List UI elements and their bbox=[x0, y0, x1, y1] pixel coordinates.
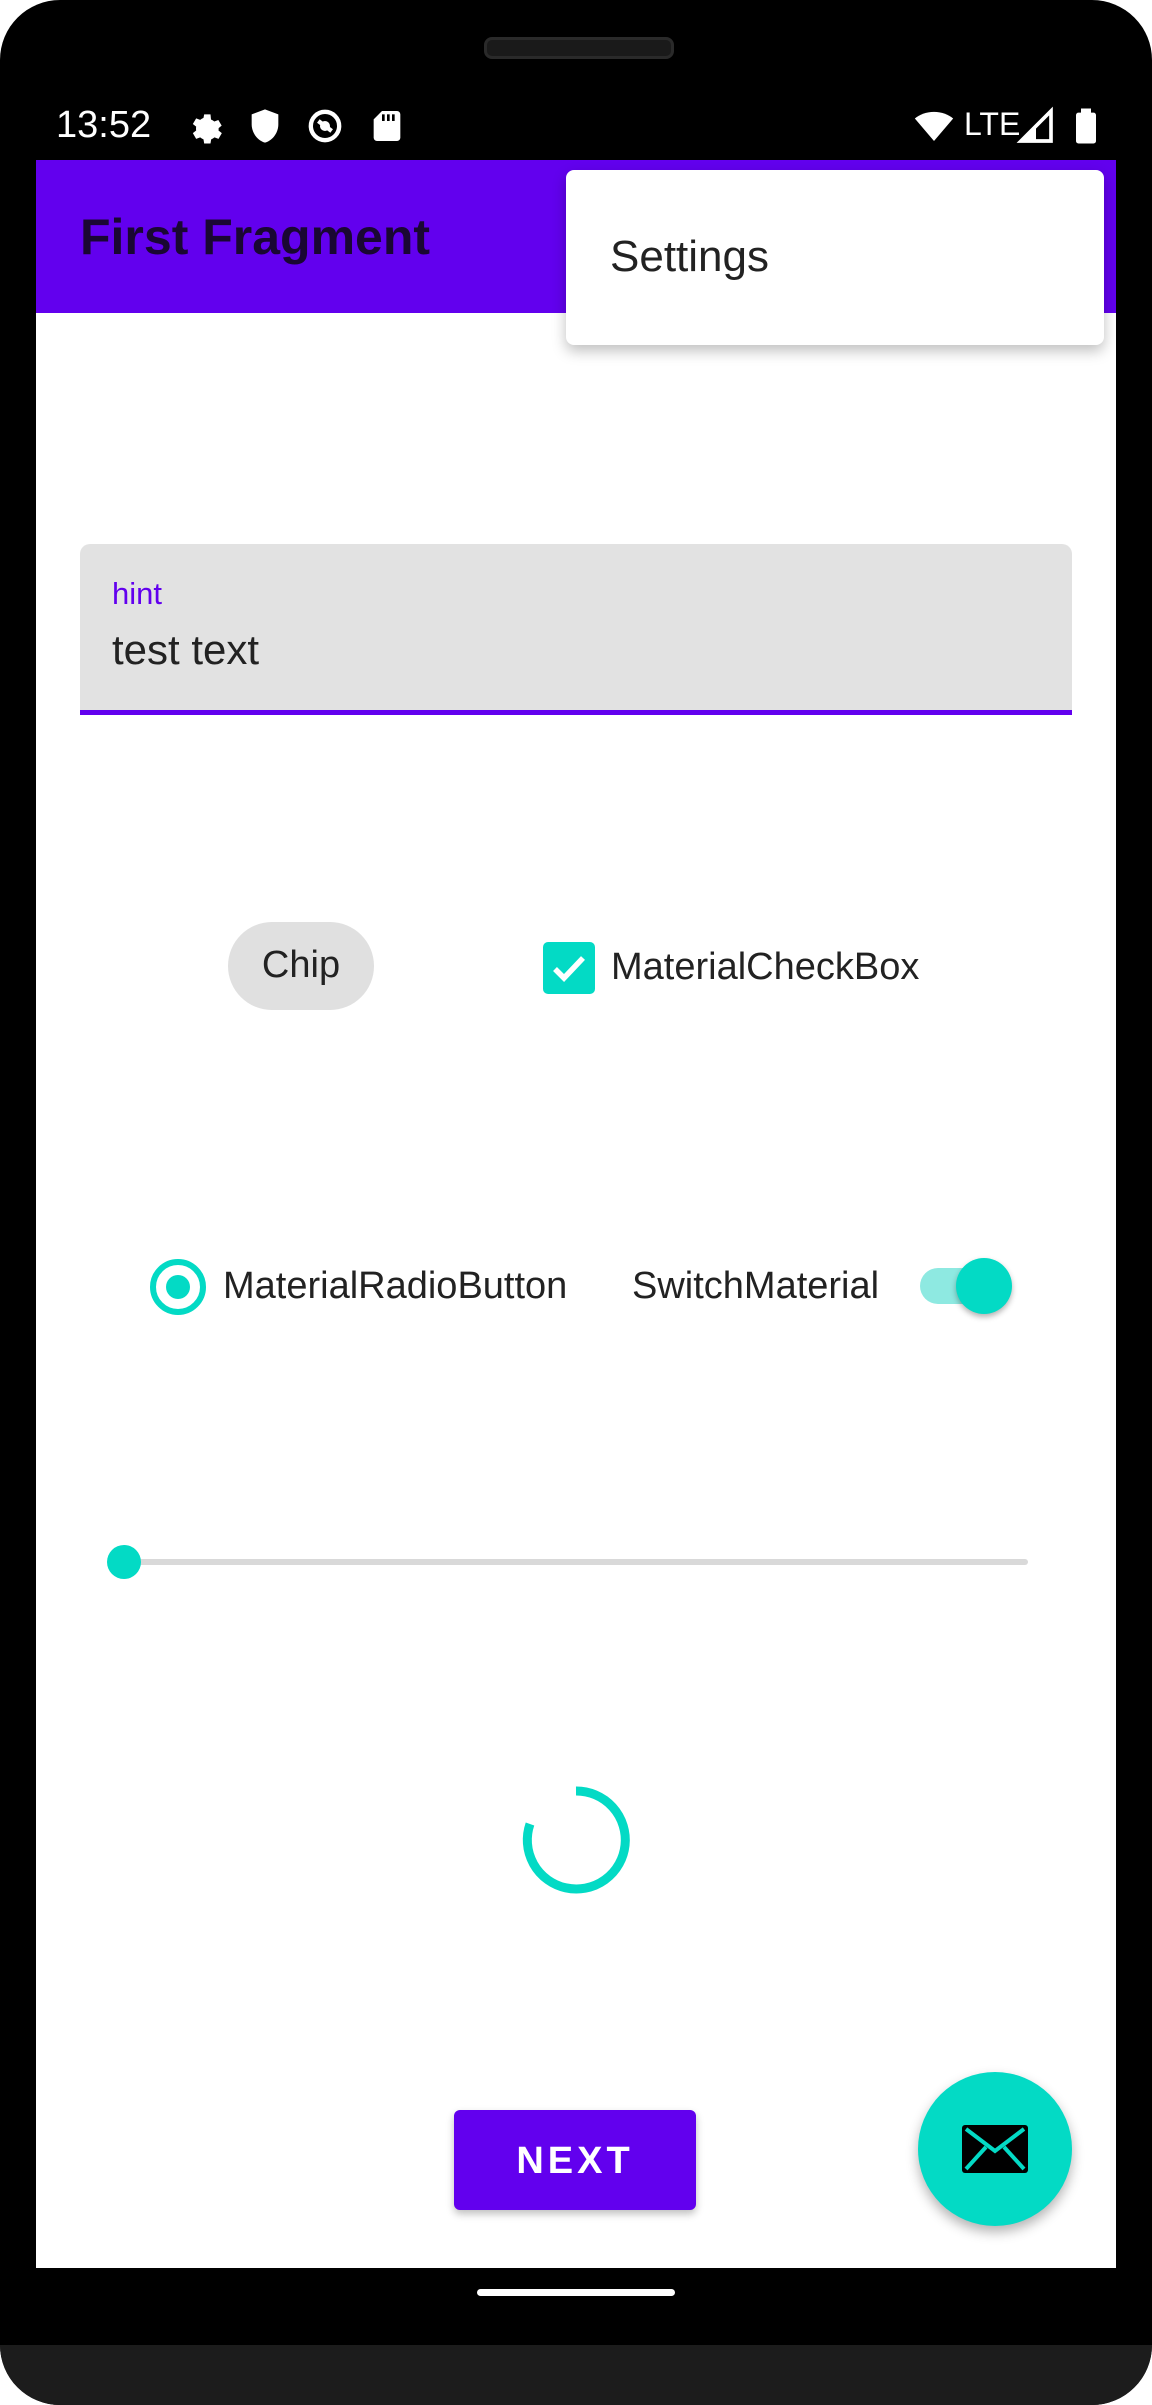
switch-thumb[interactable] bbox=[956, 1258, 1012, 1314]
next-button-label: NEXT bbox=[516, 2140, 634, 2182]
slider-track[interactable] bbox=[124, 1559, 1028, 1565]
text-input-field[interactable]: hint test text bbox=[80, 544, 1072, 715]
wifi-icon bbox=[914, 111, 954, 141]
text-field-hint: hint bbox=[112, 576, 162, 611]
menu-item-settings[interactable]: Settings bbox=[610, 232, 769, 282]
material-checkbox[interactable] bbox=[543, 942, 595, 994]
next-button[interactable]: NEXT bbox=[454, 2110, 696, 2210]
app-bar-title: First Fragment bbox=[80, 209, 431, 265]
switch-label[interactable]: SwitchMaterial bbox=[632, 1265, 879, 1308]
text-field-value[interactable]: test text bbox=[112, 626, 259, 674]
overflow-menu: Settings bbox=[566, 170, 1104, 345]
device-bottom-bezel bbox=[0, 2345, 1152, 2405]
circular-progress-indicator bbox=[522, 1786, 630, 1894]
home-gesture-bar[interactable] bbox=[477, 2289, 675, 2296]
mail-icon bbox=[962, 2125, 1028, 2173]
network-type: LTE bbox=[964, 106, 1021, 142]
battery-icon bbox=[1076, 108, 1096, 144]
slider-thumb[interactable] bbox=[107, 1545, 141, 1579]
gear-icon bbox=[192, 114, 222, 144]
device-frame: 13:52 LTE First Fragment Settings hint t… bbox=[0, 0, 1152, 2405]
earpiece-speaker bbox=[484, 37, 674, 59]
sync-icon bbox=[308, 109, 342, 143]
radio-label[interactable]: MaterialRadioButton bbox=[223, 1265, 567, 1308]
shield-icon bbox=[251, 109, 279, 143]
cell-signal-icon bbox=[1016, 106, 1053, 143]
check-icon bbox=[553, 956, 585, 982]
status-bar: 13:52 LTE bbox=[0, 90, 1152, 160]
status-time: 13:52 bbox=[56, 104, 152, 146]
chip-label: Chip bbox=[261, 944, 341, 986]
fab-mail-button[interactable] bbox=[918, 2072, 1072, 2226]
chip[interactable]: Chip bbox=[228, 922, 374, 1010]
app-screen: First Fragment Settings hint test text C… bbox=[36, 160, 1116, 2268]
material-radio-button[interactable] bbox=[150, 1259, 206, 1315]
sd-card-icon bbox=[373, 111, 401, 141]
radio-selected-dot bbox=[166, 1275, 190, 1299]
checkbox-label[interactable]: MaterialCheckBox bbox=[611, 946, 919, 989]
